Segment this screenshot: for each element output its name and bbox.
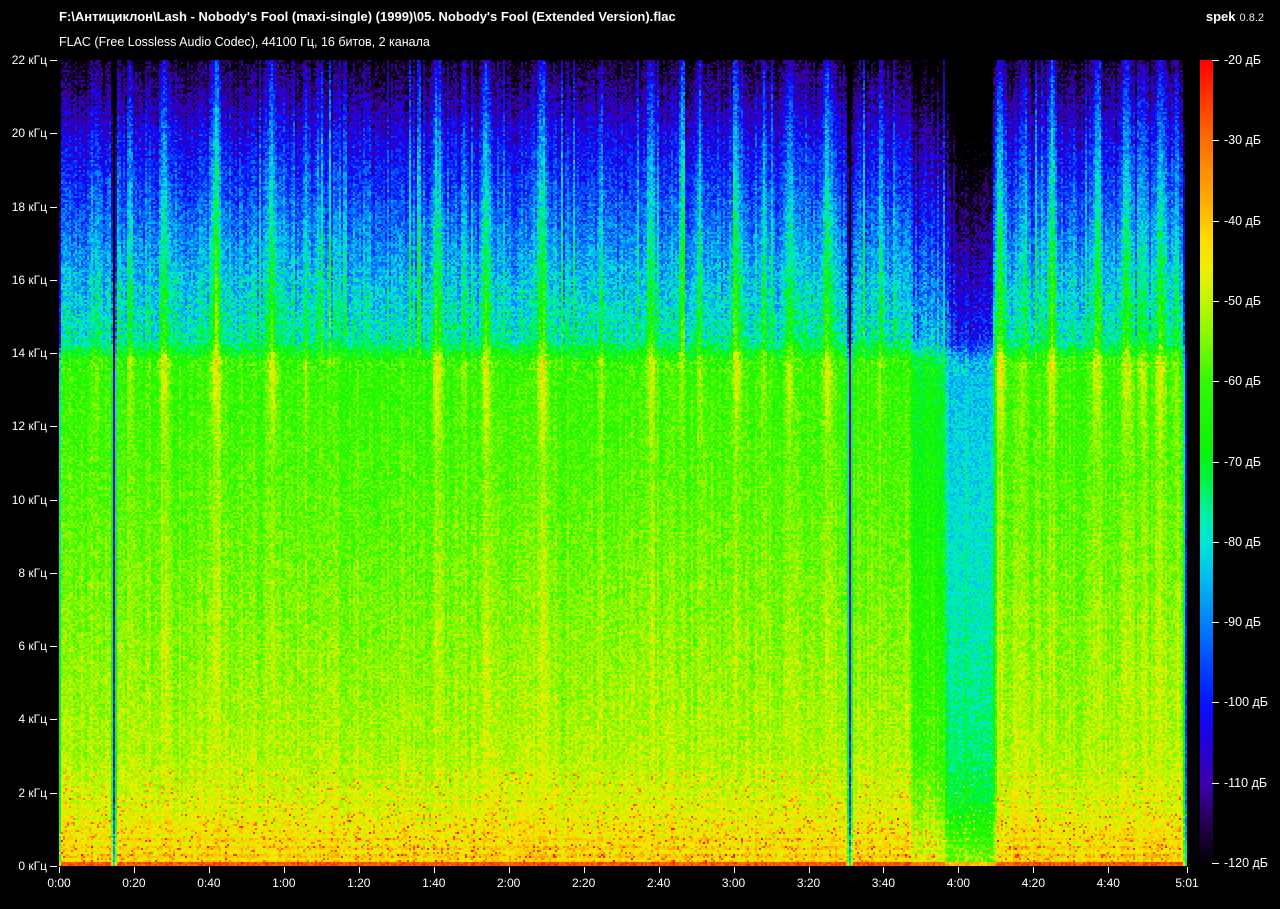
db-tick — [1212, 60, 1219, 61]
time-tick-label: 4:00 — [946, 876, 971, 890]
time-tick — [133, 867, 135, 873]
freq-tick-label: 22 кГц — [11, 53, 47, 67]
time-tick-label: 0:20 — [122, 876, 146, 890]
format-info: FLAC (Free Lossless Audio Codec), 44100 … — [59, 35, 430, 49]
freq-tick — [50, 353, 57, 355]
freq-tick-label: 10 кГц — [11, 492, 47, 507]
db-tick — [1212, 140, 1219, 142]
time-tick — [583, 867, 585, 873]
freq-tick-label: 18 кГц — [11, 199, 47, 214]
spectrogram-canvas[interactable] — [59, 60, 1187, 866]
freq-tick-label: 0 кГц — [18, 859, 47, 873]
freq-tick — [50, 866, 57, 867]
db-tick — [1212, 622, 1219, 624]
time-tick — [1108, 867, 1110, 873]
db-tick-label: -110 дБ — [1224, 775, 1268, 790]
time-tick — [59, 867, 60, 873]
time-tick-label: 1:40 — [422, 876, 446, 890]
freq-tick — [50, 279, 57, 281]
time-tick — [958, 867, 960, 873]
freq-tick — [50, 792, 57, 794]
app-brand: spek 0.8.2 — [1206, 9, 1264, 24]
freq-tick — [50, 206, 57, 208]
time-tick — [358, 867, 360, 873]
db-tick-label: -50 дБ — [1224, 293, 1262, 308]
freq-tick-label: 4 кГц — [18, 712, 47, 727]
time-tick — [208, 867, 210, 873]
freq-tick — [50, 572, 57, 574]
db-tick-label: -30 дБ — [1224, 133, 1262, 148]
db-tick — [1212, 461, 1219, 463]
db-tick-label: -70 дБ — [1224, 454, 1262, 469]
time-tick — [508, 867, 510, 873]
db-tick — [1212, 702, 1219, 704]
db-tick-label: -90 дБ — [1224, 615, 1262, 630]
freq-tick-label: 12 кГц — [11, 419, 47, 434]
time-tick-label: 5:01 — [1175, 876, 1199, 890]
db-colorbar — [1200, 60, 1213, 866]
db-tick-label: -40 дБ — [1224, 213, 1262, 228]
freq-tick — [50, 499, 57, 501]
time-tick-label: 0:40 — [197, 876, 221, 890]
freq-tick-label: 16 кГц — [11, 272, 47, 287]
time-tick-label: 3:40 — [871, 876, 896, 890]
time-tick-label: 1:20 — [347, 876, 371, 890]
time-tick — [658, 867, 660, 873]
db-tick — [1212, 863, 1219, 864]
freq-tick-label: 6 кГц — [18, 639, 47, 654]
time-tick-label: 3:20 — [796, 876, 821, 890]
time-tick — [283, 867, 285, 873]
freq-tick — [50, 719, 57, 721]
db-tick — [1212, 300, 1219, 302]
freq-tick-label: 20 кГц — [11, 126, 47, 141]
time-tick-label: 4:40 — [1096, 876, 1120, 890]
db-tick — [1212, 541, 1219, 543]
time-tick — [883, 867, 885, 873]
time-tick — [808, 867, 810, 873]
time-tick — [1033, 867, 1035, 873]
app-name: spek — [1205, 9, 1236, 24]
freq-tick-label: 8 кГц — [18, 565, 47, 580]
time-tick-label: 2:00 — [497, 876, 521, 890]
db-tick — [1212, 381, 1219, 383]
time-tick-label: 3:00 — [721, 876, 746, 890]
db-tick-label: -120 дБ — [1224, 856, 1268, 870]
time-tick-label: 2:20 — [571, 876, 596, 890]
time-tick-label: 0:00 — [47, 876, 71, 890]
spek-window: F:\Антициклон\Lash - Nobody's Fool (maxi… — [0, 0, 1280, 909]
freq-tick — [50, 133, 57, 135]
freq-tick-label: 2 кГц — [18, 785, 47, 800]
time-tick-label: 2:40 — [646, 876, 671, 890]
freq-tick-label: 14 кГц — [11, 346, 47, 361]
app-version: 0.8.2 — [1239, 12, 1264, 24]
time-tick-label: 4:20 — [1021, 876, 1046, 890]
time-tick — [1187, 867, 1188, 873]
db-tick-label: -60 дБ — [1224, 374, 1262, 389]
db-tick — [1212, 220, 1219, 222]
time-tick — [733, 867, 735, 873]
db-tick — [1212, 782, 1219, 784]
time-tick-label: 1:00 — [272, 876, 296, 890]
freq-tick — [50, 646, 57, 648]
db-tick-label: -100 дБ — [1224, 695, 1268, 710]
file-path-title: F:\Антициклон\Lash - Nobody's Fool (maxi… — [59, 9, 676, 24]
freq-tick — [50, 426, 57, 428]
freq-tick — [50, 60, 57, 61]
db-tick-label: -20 дБ — [1224, 53, 1262, 67]
db-tick-label: -80 дБ — [1224, 534, 1262, 549]
time-tick — [433, 867, 435, 873]
